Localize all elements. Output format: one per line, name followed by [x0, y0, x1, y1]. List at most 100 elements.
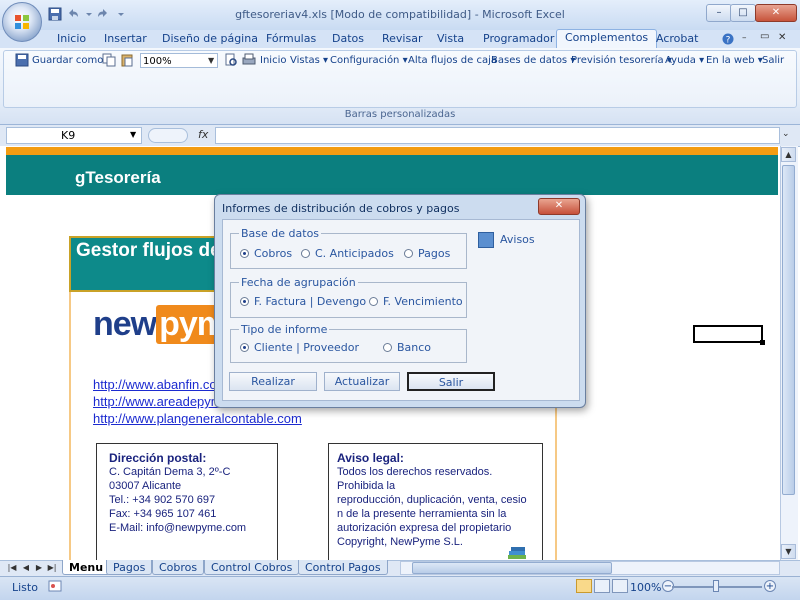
tab-datos[interactable]: Datos: [332, 31, 364, 47]
postal-line: C. Capitán Dema 3, 2º-C: [109, 466, 231, 478]
tab-formulas[interactable]: Fórmulas: [266, 31, 316, 47]
ayuda-menu[interactable]: Ayuda ▾: [665, 53, 704, 69]
radio-cobros[interactable]: Cobros: [240, 247, 292, 260]
books-icon: [508, 547, 526, 559]
first-sheet-icon[interactable]: |◀: [6, 561, 18, 575]
zoom-level[interactable]: 100%: [630, 581, 661, 594]
dialog-close-button[interactable]: ✕: [538, 198, 580, 215]
svg-text:?: ?: [726, 36, 731, 46]
expand-formula-icon[interactable]: ⌄: [782, 129, 790, 139]
bases-datos-menu[interactable]: Bases de datos ▾: [491, 53, 575, 69]
ribbon-restore-icon[interactable]: ▭: [760, 31, 769, 42]
radio-button[interactable]: [383, 343, 392, 352]
page-break-view-icon[interactable]: [612, 579, 628, 593]
minimize-button[interactable]: –: [706, 4, 732, 22]
en-la-web-menu[interactable]: En la web ▾: [706, 53, 763, 69]
maximize-button[interactable]: □: [730, 4, 756, 22]
print-icon[interactable]: [242, 53, 256, 67]
office-button[interactable]: [2, 2, 42, 42]
prevision-tesoreria-menu[interactable]: Previsión tesorería ▾: [571, 53, 672, 69]
link-abanfin[interactable]: http://www.abanfin.com: [93, 377, 227, 392]
close-window-button[interactable]: ✕: [755, 4, 797, 22]
radio-button[interactable]: [240, 343, 249, 352]
tab-revisar[interactable]: Revisar: [382, 31, 422, 47]
radio-cliente-proveedor[interactable]: Cliente | Proveedor: [240, 341, 359, 354]
actualizar-button[interactable]: Actualizar: [324, 372, 400, 391]
vistas-menu[interactable]: Vistas ▾: [290, 53, 328, 69]
vertical-scroll-thumb[interactable]: [782, 165, 795, 495]
radio-button[interactable]: [369, 297, 378, 306]
horizontal-scroll-thumb[interactable]: [412, 562, 612, 574]
radio-banco[interactable]: Banco: [383, 341, 431, 354]
paste-icon[interactable]: [120, 53, 134, 67]
info-icon[interactable]: [478, 232, 494, 248]
sheet-tab-control-pagos[interactable]: Control Pagos: [298, 560, 388, 575]
page-layout-view-icon[interactable]: [594, 579, 610, 593]
print-preview-icon[interactable]: [224, 53, 238, 67]
scroll-up-icon[interactable]: ▲: [781, 147, 796, 162]
radio-label: Cliente | Proveedor: [254, 341, 360, 354]
configuracion-menu[interactable]: Configuración ▾: [330, 53, 408, 69]
tab-programador[interactable]: Programador: [483, 31, 554, 47]
realizar-button[interactable]: Realizar: [229, 372, 317, 391]
legal-line: n de la presente herramienta sin la: [337, 508, 507, 520]
radio-button[interactable]: [240, 297, 249, 306]
ribbon-minimize-icon[interactable]: –: [742, 33, 747, 43]
legal-line: Todos los derechos reservados.: [337, 466, 493, 478]
save-as-icon[interactable]: [15, 53, 29, 67]
window-title: gftesoreriav4.xls [Modo de compatibilida…: [235, 8, 565, 21]
sheet-tab-pagos[interactable]: Pagos: [106, 560, 153, 575]
workbook-close-icon[interactable]: ✕: [778, 32, 786, 43]
prev-sheet-icon[interactable]: ◀: [20, 561, 32, 575]
radio-button[interactable]: [240, 249, 249, 258]
tab-insertar[interactable]: Insertar: [104, 31, 147, 47]
tab-diseno-pagina[interactable]: Diseño de página: [162, 31, 258, 47]
fill-handle[interactable]: [760, 340, 765, 345]
radio-button[interactable]: [301, 249, 310, 258]
save-as-button[interactable]: Guardar como: [32, 53, 103, 69]
postal-line: 03007 Alicante: [109, 480, 182, 492]
chevron-down-icon[interactable]: ▼: [130, 130, 136, 139]
radio-button[interactable]: [404, 249, 413, 258]
zoom-combo[interactable]: 100%: [140, 53, 218, 68]
sheet-tab-cobros[interactable]: Cobros: [152, 560, 205, 575]
link-plangeneralcontable[interactable]: http://www.plangeneralcontable.com: [93, 411, 302, 426]
salir-button[interactable]: Salir: [762, 53, 784, 69]
radio-f-factura[interactable]: F. Factura | Devengo: [240, 295, 366, 308]
formula-input[interactable]: [215, 127, 780, 144]
avisos-label[interactable]: Avisos: [500, 233, 535, 246]
tab-complementos[interactable]: Complementos: [556, 29, 658, 48]
radio-label: F. Vencimiento: [383, 295, 463, 308]
scroll-down-icon[interactable]: ▼: [781, 544, 796, 559]
sheet-tab-control-cobros[interactable]: Control Cobros: [204, 560, 300, 575]
zoom-slider-thumb[interactable]: [713, 580, 719, 592]
radio-pagos[interactable]: Pagos: [404, 247, 450, 260]
sheet-tab-menu[interactable]: Menu: [62, 560, 111, 575]
status-text: Listo: [12, 581, 38, 594]
macro-record-icon[interactable]: [48, 579, 62, 593]
radio-f-vencimiento[interactable]: F. Vencimiento: [369, 295, 463, 308]
frame-left-border: [69, 292, 71, 560]
name-box[interactable]: K9: [6, 127, 142, 144]
dialog-salir-button[interactable]: Salir: [407, 372, 495, 391]
radio-label: Cobros: [254, 247, 293, 260]
help-icon[interactable]: ?: [722, 33, 734, 45]
inicio-button[interactable]: Inicio: [260, 53, 286, 69]
copy-icon[interactable]: [102, 53, 116, 67]
tab-vista[interactable]: Vista: [437, 31, 464, 47]
chevron-down-icon[interactable]: ▼: [208, 56, 214, 65]
last-sheet-icon[interactable]: ▶|: [46, 561, 58, 575]
app-title: gTesorería: [75, 168, 161, 187]
radio-c-anticipados[interactable]: C. Anticipados: [301, 247, 394, 260]
tab-acrobat[interactable]: Acrobat: [656, 31, 698, 47]
next-sheet-icon[interactable]: ▶: [33, 561, 45, 575]
office-logo-icon: [15, 15, 29, 29]
alta-flujos-button[interactable]: Alta flujos de caja: [408, 53, 497, 69]
selected-cell-k9[interactable]: [693, 325, 763, 343]
orange-stripe: [6, 147, 778, 155]
insert-function-button[interactable]: fx: [198, 128, 208, 141]
normal-view-icon[interactable]: [576, 579, 592, 593]
tab-inicio[interactable]: Inicio: [57, 31, 86, 47]
radio-label: F. Factura | Devengo: [254, 295, 367, 308]
zoom-in-icon[interactable]: +: [764, 580, 776, 592]
